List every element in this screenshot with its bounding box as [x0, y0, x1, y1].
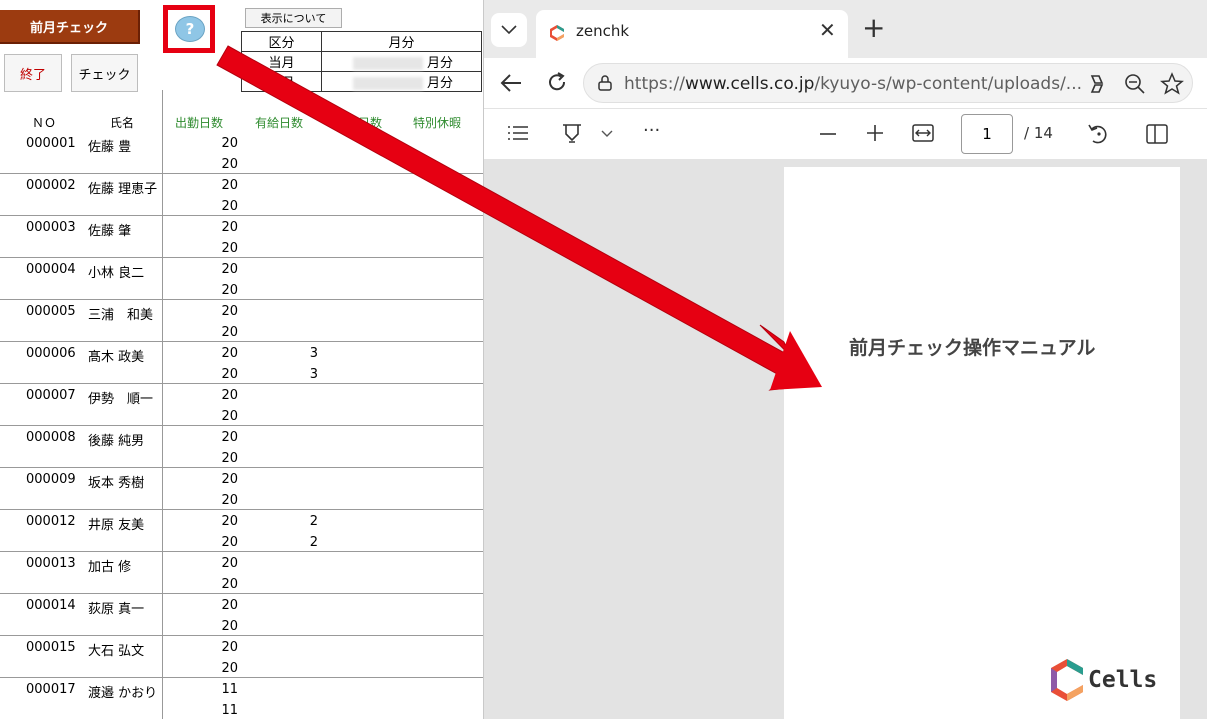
annotation-arrow	[216, 45, 822, 391]
